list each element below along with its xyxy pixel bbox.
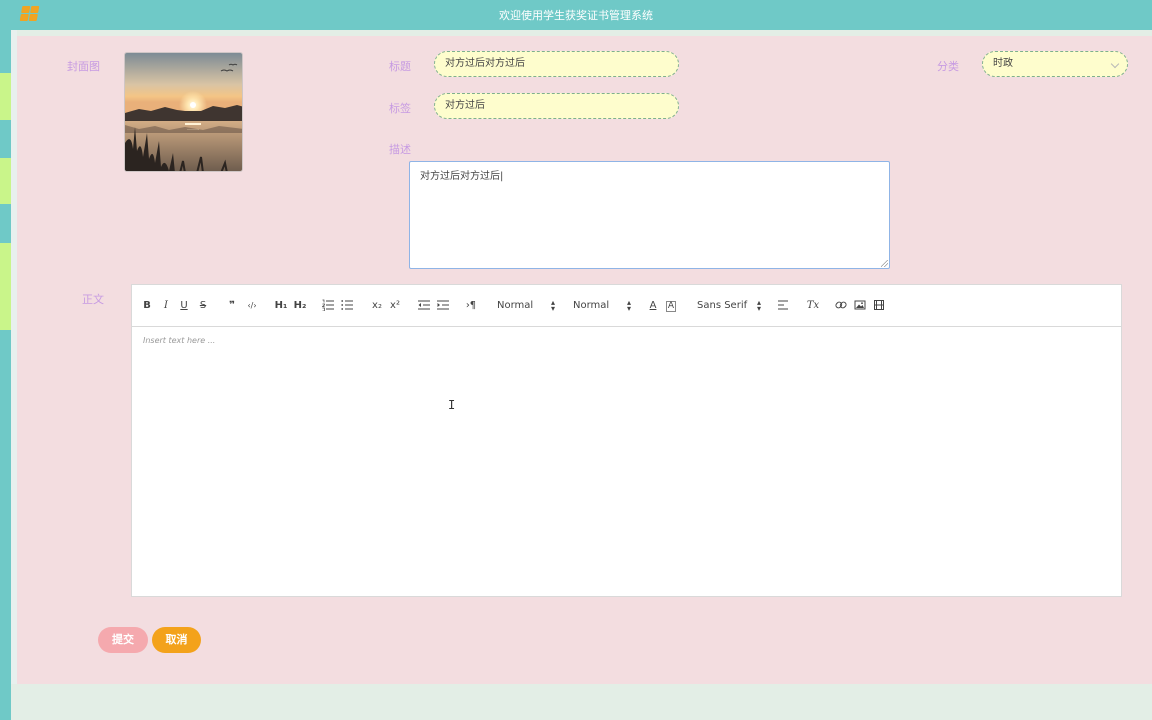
editor-content-area[interactable]: Insert text here ... — [143, 336, 215, 345]
tags-label: 标签 — [389, 102, 411, 115]
bullet-list-icon — [341, 300, 353, 310]
rich-text-editor: B I U S ❞ ‹/› H₁ H₂ x₂ x² ›¶ Normal ▴ ▾ N… — [131, 284, 1122, 597]
header-format-value: Normal — [497, 300, 534, 311]
text-cursor-icon: I — [448, 398, 456, 412]
category-selected-value: 时政 — [993, 58, 1013, 69]
blockquote-button[interactable]: ❞ — [226, 299, 238, 313]
indent-icon — [437, 300, 449, 310]
title-label: 标题 — [389, 60, 411, 73]
outdent-icon — [418, 300, 430, 310]
rail-tab-2[interactable] — [0, 158, 11, 204]
tags-input[interactable]: 对方过后 — [434, 93, 679, 119]
header-format-select[interactable]: Normal ▴ ▾ — [497, 299, 555, 313]
category-label: 分类 — [937, 60, 959, 73]
background-color-button[interactable]: A — [665, 299, 677, 313]
superscript-button[interactable]: x² — [388, 299, 402, 313]
font-family-select[interactable]: Sans Serif ▴ ▾ — [697, 299, 761, 313]
description-text: 对方过后对方过后| — [420, 171, 504, 182]
select-arrows-icon: ▴ ▾ — [550, 298, 555, 313]
outdent-button[interactable] — [418, 299, 430, 313]
ordered-list-button[interactable] — [321, 299, 334, 313]
title-input[interactable]: 对方过后对方过后 — [434, 51, 679, 77]
rail-tab-1[interactable] — [0, 73, 11, 120]
align-button[interactable] — [777, 299, 789, 313]
bullet-list-button[interactable] — [341, 299, 353, 313]
submit-button[interactable]: 提交 — [98, 627, 148, 653]
code-button[interactable]: ‹/› — [245, 299, 259, 313]
video-icon — [874, 300, 884, 310]
indent-button[interactable] — [437, 299, 449, 313]
link-button[interactable] — [835, 299, 847, 313]
h1-button[interactable]: H₁ — [274, 299, 288, 313]
italic-button[interactable]: I — [161, 299, 171, 313]
font-size-value: Normal — [573, 300, 610, 311]
select-arrows-icon: ▴ ▾ — [756, 298, 761, 313]
image-button[interactable] — [854, 299, 866, 313]
h2-button[interactable]: H₂ — [293, 299, 307, 313]
image-icon — [854, 300, 866, 310]
cancel-button[interactable]: 取消 — [152, 627, 201, 653]
align-left-icon — [778, 300, 788, 310]
left-rail — [0, 30, 11, 720]
editor-placeholder: Insert text here ... — [143, 336, 216, 345]
app-title: 欢迎使用学生获奖证书管理系统 — [499, 9, 653, 22]
cover-image-upload[interactable] — [124, 52, 243, 172]
video-button[interactable] — [873, 299, 885, 313]
font-size-select[interactable]: Normal ▴ ▾ — [573, 299, 631, 313]
sunset-lake-image — [125, 53, 242, 171]
description-textarea[interactable]: 对方过后对方过后| — [409, 161, 890, 269]
top-bar: 欢迎使用学生获奖证书管理系统 — [0, 0, 1152, 30]
resize-grip-icon[interactable] — [881, 260, 888, 267]
background-color-icon: A — [665, 301, 677, 312]
cover-label: 封面图 — [67, 60, 100, 73]
ordered-list-icon — [321, 299, 334, 312]
link-icon — [835, 301, 847, 309]
text-color-button[interactable]: A — [647, 299, 659, 313]
editor-toolbar: B I U S ❞ ‹/› H₁ H₂ x₂ x² ›¶ Normal ▴ ▾ N… — [132, 285, 1121, 327]
bold-button[interactable]: B — [142, 299, 152, 313]
select-arrows-icon: ▴ ▾ — [626, 298, 631, 313]
description-label: 描述 — [389, 143, 411, 156]
clear-format-button[interactable]: Tx — [806, 299, 820, 313]
chevron-down-icon — [1110, 59, 1120, 69]
underline-button[interactable]: U — [179, 299, 189, 313]
content-label: 正文 — [82, 293, 104, 306]
strike-button[interactable]: S — [198, 299, 208, 313]
text-direction-button[interactable]: ›¶ — [464, 299, 478, 313]
font-family-value: Sans Serif — [697, 300, 748, 311]
subscript-button[interactable]: x₂ — [370, 299, 384, 313]
rail-tab-3[interactable] — [0, 243, 11, 330]
category-select[interactable]: 时政 — [982, 51, 1128, 77]
